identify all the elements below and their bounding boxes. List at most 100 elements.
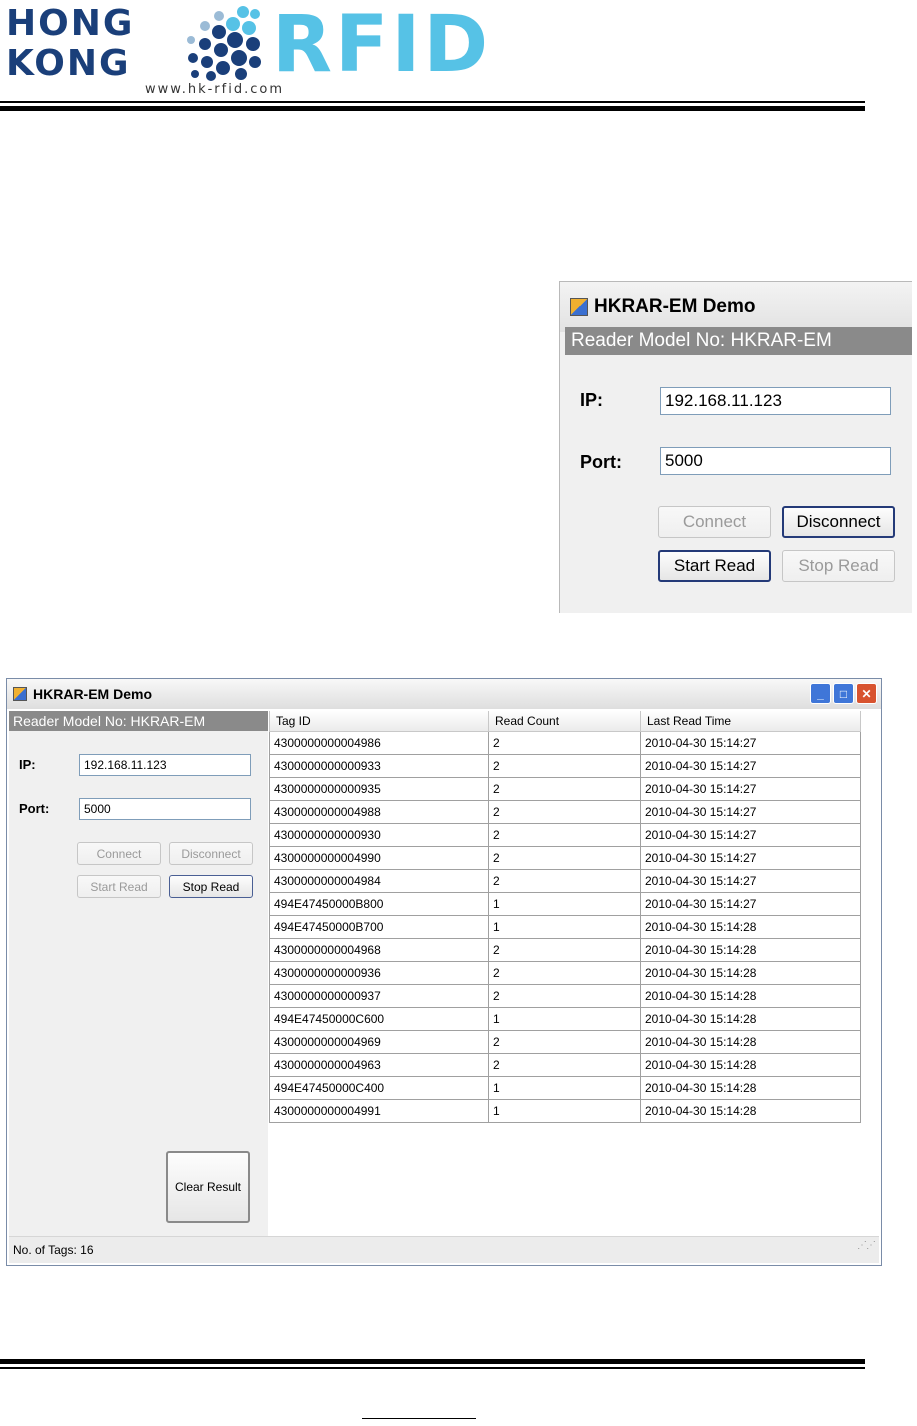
- port-label: Port:: [19, 801, 50, 816]
- reader-model-bar: Reader Model No: HKRAR-EM: [565, 327, 912, 355]
- last-read-time-cell: 2010-04-30 15:14:27: [640, 846, 861, 870]
- read-count-cell: 2: [488, 1053, 641, 1077]
- clear-result-button[interactable]: Clear Result: [166, 1151, 250, 1223]
- column-header-read-count[interactable]: Read Count: [488, 711, 641, 732]
- footer-rule-thin: [0, 1367, 865, 1369]
- read-count-cell: 1: [488, 915, 641, 939]
- tag-id-cell: 4300000000004968: [269, 938, 489, 962]
- last-read-time-cell: 2010-04-30 15:14:27: [640, 869, 861, 893]
- read-count-cell: 1: [488, 892, 641, 916]
- table-row[interactable]: 4300000000000935 2 2010-04-30 15:14:27: [269, 777, 861, 801]
- logo-brand: RFID: [272, 0, 492, 90]
- main-demo-window: HKRAR-EM Demo _ □ ✕ Reader Model No: HKR…: [6, 678, 882, 1266]
- app-icon: [13, 687, 27, 701]
- tag-id-cell: 4300000000000930: [269, 823, 489, 847]
- tag-id-cell: 4300000000000936: [269, 961, 489, 985]
- tag-id-cell: 4300000000004969: [269, 1030, 489, 1054]
- read-count-cell: 2: [488, 823, 641, 847]
- tag-id-cell: 4300000000004984: [269, 869, 489, 893]
- last-read-time-cell: 2010-04-30 15:14:28: [640, 938, 861, 962]
- port-field[interactable]: 5000: [660, 447, 891, 475]
- logo-dots-icon: [187, 6, 261, 81]
- tag-id-cell: 4300000000000935: [269, 777, 489, 801]
- page-number-underline: [362, 1418, 476, 1419]
- tag-id-cell: 4300000000000937: [269, 984, 489, 1008]
- table-row[interactable]: 494E47450000C600 1 2010-04-30 15:14:28: [269, 1007, 861, 1031]
- tag-grid-area: Tag ID Read Count Last Read Time 4300000…: [269, 711, 879, 1237]
- status-bar: No. of Tags: 16 ⋰⋰: [9, 1236, 879, 1263]
- table-row[interactable]: 4300000000004986 2 2010-04-30 15:14:27: [269, 731, 861, 755]
- read-count-cell: 2: [488, 777, 641, 801]
- table-row[interactable]: 4300000000004991 1 2010-04-30 15:14:28: [269, 1099, 861, 1123]
- tag-id-cell: 494E47450000B700: [269, 915, 489, 939]
- read-count-cell: 2: [488, 846, 641, 870]
- logo-line-kong: KONG: [6, 43, 131, 84]
- tag-count-status: No. of Tags: 16: [13, 1243, 94, 1257]
- last-read-time-cell: 2010-04-30 15:14:27: [640, 892, 861, 916]
- disconnect-button[interactable]: Disconnect: [782, 506, 895, 538]
- table-row[interactable]: 4300000000004990 2 2010-04-30 15:14:27: [269, 846, 861, 870]
- table-row[interactable]: 494E47450000B800 1 2010-04-30 15:14:27: [269, 892, 861, 916]
- table-row[interactable]: 4300000000000933 2 2010-04-30 15:14:27: [269, 754, 861, 778]
- tag-id-cell: 494E47450000C600: [269, 1007, 489, 1031]
- port-field[interactable]: 5000: [79, 798, 251, 820]
- read-count-cell: 2: [488, 754, 641, 778]
- tag-id-cell: 4300000000000933: [269, 754, 489, 778]
- read-count-cell: 2: [488, 800, 641, 824]
- table-row[interactable]: 4300000000000930 2 2010-04-30 15:14:27: [269, 823, 861, 847]
- maximize-icon[interactable]: □: [833, 683, 854, 704]
- table-row[interactable]: 4300000000004969 2 2010-04-30 15:14:28: [269, 1030, 861, 1054]
- read-count-cell: 2: [488, 1030, 641, 1054]
- table-row[interactable]: 4300000000004988 2 2010-04-30 15:14:27: [269, 800, 861, 824]
- ip-field[interactable]: 192.168.11.123: [660, 387, 891, 415]
- logo-line-hong: HONG: [6, 3, 135, 44]
- table-row[interactable]: 4300000000004984 2 2010-04-30 15:14:27: [269, 869, 861, 893]
- last-read-time-cell: 2010-04-30 15:14:28: [640, 1007, 861, 1031]
- read-count-cell: 2: [488, 938, 641, 962]
- read-count-cell: 2: [488, 731, 641, 755]
- resize-grip-icon[interactable]: ⋰⋰: [857, 1233, 876, 1259]
- column-header-tag-id[interactable]: Tag ID: [269, 711, 489, 732]
- last-read-time-cell: 2010-04-30 15:14:28: [640, 1030, 861, 1054]
- stop-read-button[interactable]: Stop Read: [782, 550, 895, 582]
- app-icon: [570, 298, 588, 316]
- minimize-icon[interactable]: _: [810, 683, 831, 704]
- ip-field[interactable]: 192.168.11.123: [79, 754, 251, 776]
- table-row[interactable]: 4300000000000936 2 2010-04-30 15:14:28: [269, 961, 861, 985]
- start-read-button[interactable]: Start Read: [658, 550, 771, 582]
- table-row[interactable]: 4300000000004963 2 2010-04-30 15:14:28: [269, 1053, 861, 1077]
- table-row[interactable]: 494E47450000B700 1 2010-04-30 15:14:28: [269, 915, 861, 939]
- last-read-time-cell: 2010-04-30 15:14:28: [640, 1099, 861, 1123]
- header-rule-thin: [0, 101, 865, 103]
- table-body: 4300000000004986 2 2010-04-30 15:14:27 4300…: [269, 731, 861, 1123]
- last-read-time-cell: 2010-04-30 15:14:28: [640, 984, 861, 1008]
- tag-id-cell: 494E47450000B800: [269, 892, 489, 916]
- close-icon[interactable]: ✕: [856, 683, 877, 704]
- column-header-last-read-time[interactable]: Last Read Time: [640, 711, 861, 732]
- port-label: Port:: [580, 452, 622, 472]
- main-title-bar: HKRAR-EM Demo: [7, 679, 881, 709]
- tag-id-cell: 4300000000004963: [269, 1053, 489, 1077]
- disconnect-button[interactable]: Disconnect: [169, 842, 253, 865]
- zoomed-title-bar: HKRAR-EM Demo: [560, 282, 912, 332]
- zoomed-window-title: HKRAR-EM Demo: [594, 296, 756, 317]
- connect-button[interactable]: Connect: [77, 842, 161, 865]
- last-read-time-cell: 2010-04-30 15:14:28: [640, 915, 861, 939]
- tag-id-cell: 4300000000004991: [269, 1099, 489, 1123]
- hk-rfid-logo: HONG KONG RFID www.hk-rfid.com: [0, 0, 500, 105]
- stop-read-button[interactable]: Stop Read: [169, 875, 253, 898]
- zoomed-demo-window: HKRAR-EM Demo Reader Model No: HKRAR-EM …: [559, 281, 912, 613]
- table-row[interactable]: 4300000000004968 2 2010-04-30 15:14:28: [269, 938, 861, 962]
- table-row[interactable]: 494E47450000C400 1 2010-04-30 15:14:28: [269, 1076, 861, 1100]
- last-read-time-cell: 2010-04-30 15:14:27: [640, 823, 861, 847]
- logo-url: www.hk-rfid.com: [145, 82, 284, 97]
- last-read-time-cell: 2010-04-30 15:14:28: [640, 1053, 861, 1077]
- last-read-time-cell: 2010-04-30 15:14:28: [640, 1076, 861, 1100]
- connect-button[interactable]: Connect: [658, 506, 771, 538]
- read-count-cell: 2: [488, 869, 641, 893]
- table-row[interactable]: 4300000000000937 2 2010-04-30 15:14:28: [269, 984, 861, 1008]
- read-count-cell: 2: [488, 961, 641, 985]
- ip-label: IP:: [19, 757, 36, 772]
- start-read-button[interactable]: Start Read: [77, 875, 161, 898]
- background-toolbar-fragment: [46, 668, 806, 678]
